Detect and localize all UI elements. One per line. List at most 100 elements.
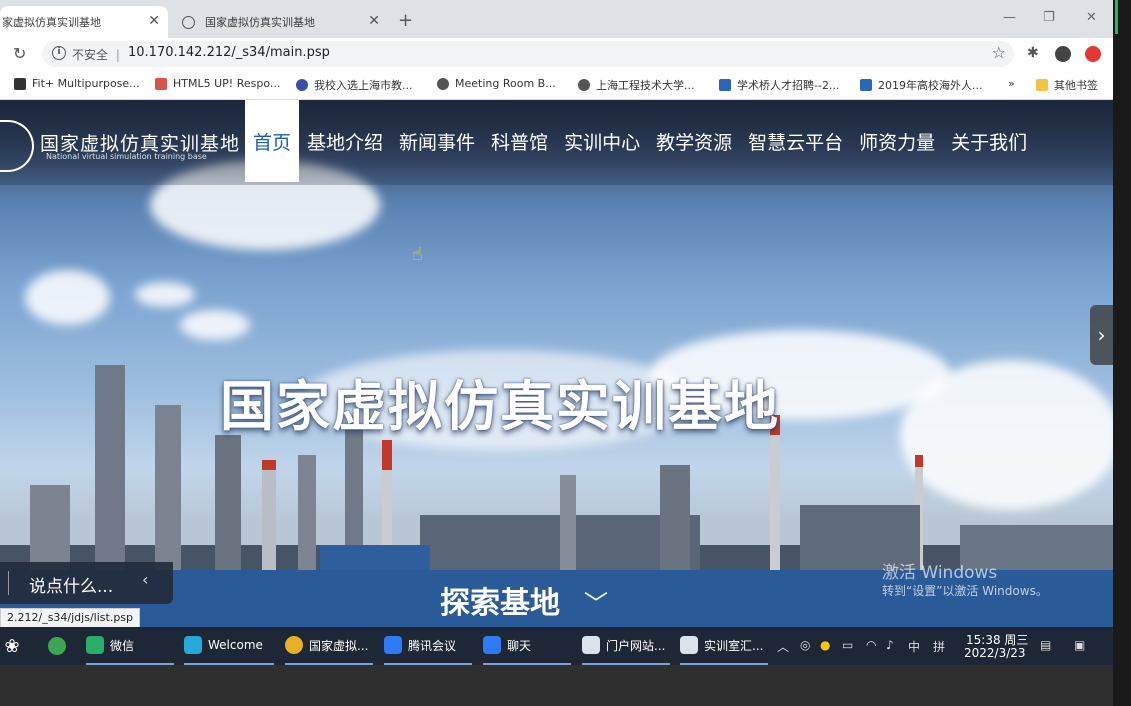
extension-red-icon[interactable] xyxy=(1085,46,1101,62)
bookmark-icon xyxy=(719,79,731,91)
taskbar-item[interactable]: 实训室汇... xyxy=(680,627,768,665)
bookmark-star-icon[interactable]: ☆ xyxy=(992,43,1006,62)
extensions-icon[interactable]: ✱ xyxy=(1027,45,1039,61)
bookmark-item[interactable]: HTML5 UP! Respo... xyxy=(155,77,280,90)
meeting-icon xyxy=(384,636,402,654)
minimize-button[interactable]: — xyxy=(1003,10,1016,25)
web-page: 国家虚拟仿真实训基地 National virtual simulation t… xyxy=(0,100,1113,627)
taskbar-item[interactable]: 腾讯会议 xyxy=(384,627,472,665)
more-bookmarks-button[interactable]: » xyxy=(1008,77,1015,90)
taskbar-item[interactable]: 门户网站... xyxy=(582,627,670,665)
security-label: 不安全 | xyxy=(72,46,120,63)
new-tab-button[interactable]: + xyxy=(398,10,413,31)
restore-button[interactable]: ❐ xyxy=(1043,10,1055,25)
nav-item-news[interactable]: 新闻事件 xyxy=(391,100,483,182)
taskbar-label: 实训室汇... xyxy=(704,638,764,653)
bookmark-item[interactable]: 2019年高校海外人... xyxy=(860,77,982,93)
close-icon[interactable]: ✕ xyxy=(368,13,380,29)
bookmark-item[interactable]: Meeting Room B... xyxy=(437,77,556,90)
chrome-icon xyxy=(285,636,303,654)
cloud xyxy=(25,270,110,325)
edge-marker xyxy=(1115,0,1118,34)
bookmark-label: 我校入选上海市教... xyxy=(314,79,413,92)
bookmark-item[interactable]: Fit+ Multipurpose... xyxy=(14,77,140,90)
address-bar[interactable]: i 不安全 | 10.170.142.212/_s34/main.psp ☆ xyxy=(42,41,1014,67)
tab-active[interactable]: 家虚拟仿真实训基地 ✕ xyxy=(0,6,168,38)
bookmark-label: 2019年高校海外人... xyxy=(878,79,983,92)
tab-title: 国家虚拟仿真实训基地 xyxy=(205,16,315,29)
notification-icon[interactable]: ▣ xyxy=(1074,638,1085,652)
nav-item-science[interactable]: 科普馆 xyxy=(483,100,556,182)
close-window-button[interactable]: ✕ xyxy=(1086,10,1097,25)
bookmark-item[interactable]: 我校入选上海市教... xyxy=(296,77,413,93)
hand-cursor-icon: ☝ xyxy=(412,244,423,265)
tab-strip: 家虚拟仿真实训基地 ✕ 国家虚拟仿真实训基地 ✕ + — ❐ ✕ xyxy=(0,0,1113,38)
wifi-icon[interactable]: ◠ xyxy=(866,638,876,652)
nav-item-faculty[interactable]: 师资力量 xyxy=(851,100,943,182)
tray-app-icon[interactable]: ● xyxy=(820,638,830,652)
nav-item-training-center[interactable]: 实训中心 xyxy=(556,100,648,182)
battery-icon[interactable]: ▭ xyxy=(842,638,853,652)
chat-input[interactable]: 说点什么... xyxy=(29,572,113,597)
globe-icon xyxy=(182,15,195,29)
bookmark-item[interactable]: 上海工程技术大学... xyxy=(578,77,695,93)
taskbar-label: 微信 xyxy=(110,638,135,653)
nav-item-resources[interactable]: 教学资源 xyxy=(648,100,740,182)
ime-indicator[interactable]: 中 xyxy=(908,638,920,655)
profile-icon[interactable] xyxy=(1055,46,1071,62)
separator: | xyxy=(115,48,120,62)
nav-item-about-us[interactable]: 关于我们 xyxy=(943,100,1035,182)
status-url: 2.212/_s34/jdjs/list.psp xyxy=(0,608,141,627)
globe-icon xyxy=(437,77,449,90)
globe-icon xyxy=(48,637,66,655)
other-bookmarks[interactable]: 其他书签 xyxy=(1036,77,1098,93)
main-nav: 首页 基地介绍 新闻事件 科普馆 实训中心 教学资源 智慧云平台 师资力量 关于… xyxy=(245,100,1035,182)
other-bookmarks-label: 其他书签 xyxy=(1054,79,1098,92)
bookmark-label: Meeting Room B... xyxy=(455,77,556,90)
clock-date[interactable]: 2022/3/23 xyxy=(964,646,1026,660)
folder-icon xyxy=(1036,79,1048,91)
taskbar-item[interactable]: 聊天 xyxy=(483,627,571,665)
bookmark-item[interactable]: 学术桥人才招聘--2... xyxy=(719,77,839,93)
chevron-right-icon: › xyxy=(1097,323,1106,347)
bookmarks-bar: Fit+ Multipurpose... HTML5 UP! Respo... … xyxy=(0,70,1113,100)
taskbar-label: 聊天 xyxy=(507,638,532,653)
taskbar-label: Welcome xyxy=(208,638,263,652)
explore-label: 探索基地 xyxy=(440,586,560,621)
reload-icon[interactable]: ↻ xyxy=(13,44,26,63)
taskbar-item[interactable]: 微信 xyxy=(86,627,174,665)
bookmark-label: Fit+ Multipurpose... xyxy=(32,77,140,90)
nav-item-about-base[interactable]: 基地介绍 xyxy=(299,100,391,182)
ime-mode[interactable]: 拼 xyxy=(933,638,945,655)
taskbar-item[interactable]: 国家虚拟... xyxy=(285,627,373,665)
start-icon[interactable]: ❀ xyxy=(0,627,24,665)
globe-icon xyxy=(578,79,590,91)
bookmark-icon xyxy=(296,79,308,91)
url-text[interactable]: 10.170.142.212/_s34/main.psp xyxy=(128,45,330,60)
address-row: ↻ i 不安全 | 10.170.142.212/_s34/main.psp ☆… xyxy=(0,38,1113,70)
notes-icon[interactable]: ▤ xyxy=(1040,638,1051,652)
desktop-bottom xyxy=(0,665,1113,706)
taskbar: ❀ 微信 Welcome 国家虚拟... 腾讯会议 聊天 门户网站... 实训室… xyxy=(0,627,1113,665)
tab-inactive[interactable]: 国家虚拟仿真实训基地 ✕ xyxy=(172,6,388,38)
chat-icon xyxy=(483,636,501,654)
bookmark-icon xyxy=(155,77,167,90)
right-edge xyxy=(1113,0,1131,706)
bookmark-icon xyxy=(14,77,26,90)
activation-watermark-sub: 转到“设置”以激活 Windows。 xyxy=(882,584,1048,598)
tray-expand-icon[interactable]: ︿ xyxy=(777,638,789,655)
close-icon[interactable]: ✕ xyxy=(148,13,160,29)
chat-box[interactable]: 说点什么... ‹ xyxy=(0,562,173,604)
nav-item-cloud-platform[interactable]: 智慧云平台 xyxy=(740,100,851,182)
taskbar-label: 腾讯会议 xyxy=(408,638,457,653)
chevron-left-icon[interactable]: ‹ xyxy=(142,570,148,589)
nav-item-home[interactable]: 首页 xyxy=(245,100,300,182)
tray-app-icon[interactable]: ◎ xyxy=(800,638,810,652)
next-slide-button[interactable]: › xyxy=(1090,305,1113,365)
browser-pinned-icon[interactable] xyxy=(48,627,72,665)
wechat-icon xyxy=(86,636,104,654)
taskbar-item[interactable]: Welcome xyxy=(184,627,274,665)
volume-icon[interactable]: ♪ xyxy=(886,638,894,652)
security-text: 不安全 xyxy=(72,48,109,62)
info-icon[interactable]: i xyxy=(52,46,66,60)
